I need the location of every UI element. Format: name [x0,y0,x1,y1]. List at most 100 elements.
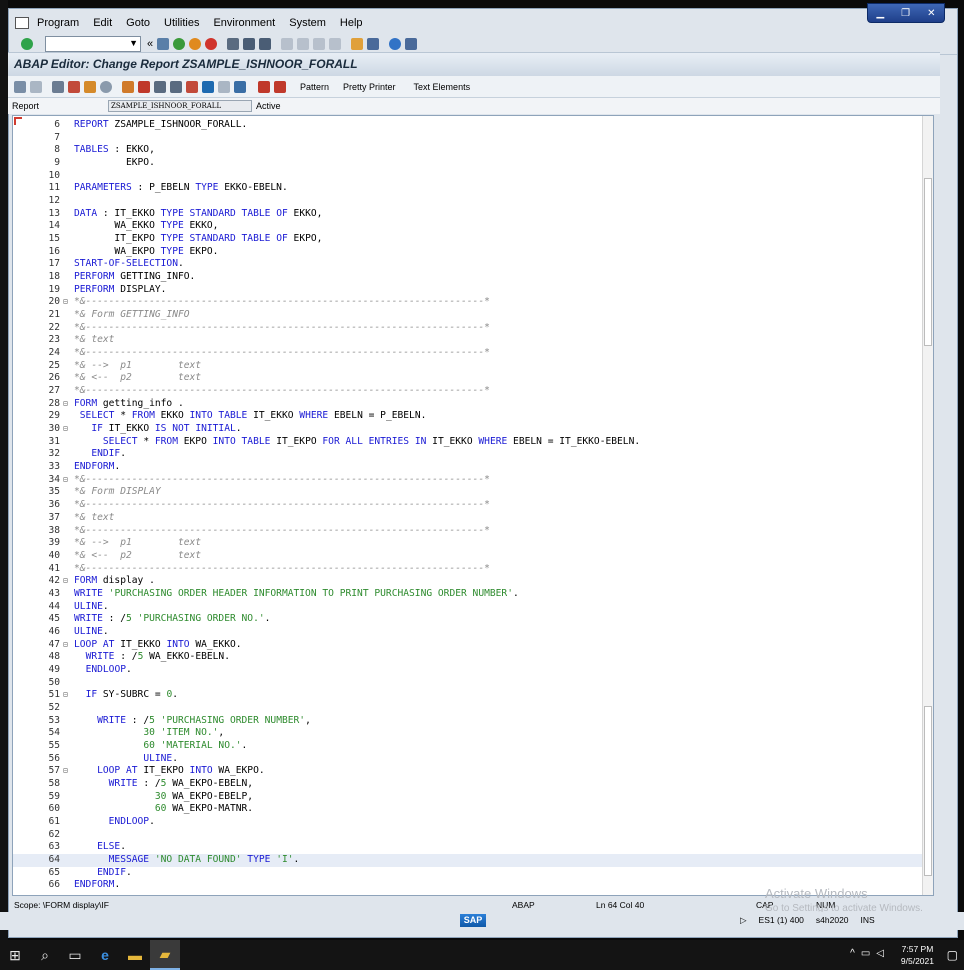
code-text[interactable]: ELSE. [74,841,126,854]
code-text[interactable]: ULINE. [74,626,109,639]
menu-help[interactable]: Help [340,17,363,29]
fold-toggle-icon[interactable]: ⊟ [63,575,71,588]
code-text[interactable]: WRITE 'PURCHASING ORDER HEADER INFORMATI… [74,588,519,601]
info-icon[interactable] [234,80,246,93]
vertical-scrollbar[interactable] [922,116,933,895]
code-text[interactable]: WRITE : /5 'PURCHASING ORDER NUMBER', [74,715,311,728]
code-lines[interactable]: 6 REPORT ZSAMPLE_ISHNOOR_FORALL. 7 8 TABLES … [13,119,923,892]
display-change-icon[interactable] [52,80,64,93]
fold-toggle-icon[interactable]: ⊟ [63,296,71,309]
code-text[interactable]: ENDIF. [74,448,126,461]
code-line[interactable]: 45 WRITE : /5 'PURCHASING ORDER NO.'. [13,613,923,626]
layout-menu-icon[interactable] [405,37,418,50]
code-text[interactable]: MESSAGE 'NO DATA FOUND' TYPE 'I'. [74,854,300,867]
menu-system[interactable]: System [289,17,326,29]
code-line[interactable]: 29 SELECT * FROM EKKO INTO TABLE IT_EKKO… [13,410,923,423]
code-line[interactable]: 16 WA_EKPO TYPE EKPO. [13,246,923,259]
scrollbar-thumb[interactable] [924,178,932,346]
menu-utilities[interactable]: Utilities [164,17,199,29]
insert-mode[interactable]: INS [861,915,875,926]
code-line[interactable]: 60 60 WA_EKPO-MATNR. [13,803,923,816]
code-text[interactable]: *& Form DISPLAY [74,486,161,499]
code-line[interactable]: 8 TABLES : EKKO, [13,144,923,157]
code-line[interactable]: 35 *& Form DISPLAY [13,486,923,499]
stop-icon[interactable] [258,80,270,93]
code-text[interactable]: IF SY-SUBRC = 0. [74,689,178,702]
taskbar-clock[interactable]: 7:57 PM 9/5/2021 [901,943,934,967]
fold-toggle-icon[interactable]: ⊟ [63,689,71,702]
back-icon[interactable] [173,37,186,50]
forward-arrow-icon[interactable] [30,80,42,93]
chevron-up-icon[interactable]: ^ [850,948,855,959]
code-text[interactable]: *& <-- p2 text [74,372,201,385]
code-text[interactable]: ENDLOOP. [74,816,155,829]
code-editor[interactable]: 6 REPORT ZSAMPLE_ISHNOOR_FORALL. 7 8 TABLES … [12,115,934,896]
code-text[interactable]: *& Form GETTING_INFO [74,309,190,322]
code-line[interactable]: 12 [13,195,923,208]
code-line[interactable]: 47 ⊟ LOOP AT IT_EKKO INTO WA_EKKO. [13,639,923,652]
text-elements-button[interactable]: Text Elements [414,82,471,92]
code-line[interactable]: 36 *&------------------------------------… [13,499,923,512]
enter-icon[interactable] [21,37,33,50]
code-line[interactable]: 32 ENDIF. [13,448,923,461]
exit-icon[interactable] [189,37,202,50]
sap-logon-icon[interactable]: ▰ [150,940,180,970]
code-line[interactable]: 11 PARAMETERS : P_EBELN TYPE EKKO-EBELN. [13,182,923,195]
find-icon[interactable] [243,37,256,50]
code-line[interactable]: 7 [13,132,923,145]
code-text[interactable]: SELECT * FROM EKKO INTO TABLE IT_EKKO WH… [74,410,427,423]
code-text[interactable]: TABLES : EKKO, [74,144,155,157]
code-line[interactable]: 25 *& --> p1 text [13,360,923,373]
code-line[interactable]: 9 EKPO. [13,157,923,170]
fold-toggle-icon[interactable]: ⊟ [63,765,71,778]
code-line[interactable]: 21 *& Form GETTING_INFO [13,309,923,322]
system-menu-icon[interactable] [15,17,29,29]
search-icon[interactable]: ⌕ [30,940,60,970]
shortcut-icon[interactable] [367,37,380,50]
code-text[interactable]: SELECT * FROM EKPO INTO TABLE IT_EKPO FO… [74,436,640,449]
network-icon[interactable]: ▭ [861,948,870,959]
code-text[interactable]: IF IT_EKKO IS NOT INITIAL. [74,423,241,436]
chevron-down-icon[interactable]: ▼ [129,38,138,48]
code-text[interactable]: *&--------------------------------------… [74,322,490,335]
new-session-icon[interactable] [351,37,364,50]
report-name-field[interactable]: ZSAMPLE_ISHNOOR_FORALL [108,100,252,112]
notification-icon[interactable]: ▢ [947,948,958,962]
code-text[interactable]: REPORT ZSAMPLE_ISHNOOR_FORALL. [74,119,247,132]
last-page-icon[interactable] [329,37,342,50]
navigation-window-icon[interactable] [154,80,166,93]
history-icon[interactable]: « [147,38,153,50]
code-line[interactable]: 20 ⊟ *&-----------------------------------… [13,296,923,309]
code-text[interactable]: ENDLOOP. [74,664,132,677]
menu-edit[interactable]: Edit [93,17,112,29]
code-text[interactable]: WA_EKKO TYPE EKKO, [74,220,218,233]
code-line[interactable]: 46 ULINE. [13,626,923,639]
activate-icon[interactable] [84,80,96,93]
code-line[interactable]: 63 ELSE. [13,841,923,854]
task-view-icon[interactable]: ▭ [60,940,90,970]
code-text[interactable]: *& <-- p2 text [74,550,201,563]
print-icon[interactable] [227,37,240,50]
system-client[interactable]: ES1 (1) 400 [759,915,804,926]
code-text[interactable]: *&--------------------------------------… [74,563,490,576]
code-line[interactable]: 52 [13,702,923,715]
code-line[interactable]: 24 *&------------------------------------… [13,347,923,360]
code-line[interactable]: 6 REPORT ZSAMPLE_ISHNOOR_FORALL. [13,119,923,132]
code-text[interactable]: FORM display . [74,575,155,588]
code-line[interactable]: 13 DATA : IT_EKKO TYPE STANDARD TABLE OF … [13,208,923,221]
code-text[interactable]: *&--------------------------------------… [74,525,490,538]
code-line[interactable]: 43 WRITE 'PURCHASING ORDER HEADER INFORMA… [13,588,923,601]
test-icon[interactable] [100,80,112,93]
code-text[interactable]: LOOP AT IT_EKPO INTO WA_EKPO. [74,765,265,778]
fold-toggle-icon[interactable]: ⊟ [63,398,71,411]
code-line[interactable]: 61 ENDLOOP. [13,816,923,829]
code-text[interactable]: 30 'ITEM NO.', [74,727,224,740]
code-line[interactable]: 22 *&------------------------------------… [13,322,923,335]
upload-icon[interactable] [202,80,214,93]
code-text[interactable]: 30 WA_EKPO-EBELP, [74,791,253,804]
code-line[interactable]: 54 30 'ITEM NO.', [13,727,923,740]
code-line[interactable]: 34 ⊟ *&-----------------------------------… [13,474,923,487]
next-page-icon[interactable] [313,37,326,50]
code-text[interactable]: *& text [74,512,114,525]
code-line[interactable]: 53 WRITE : /5 'PURCHASING ORDER NUMBER', [13,715,923,728]
